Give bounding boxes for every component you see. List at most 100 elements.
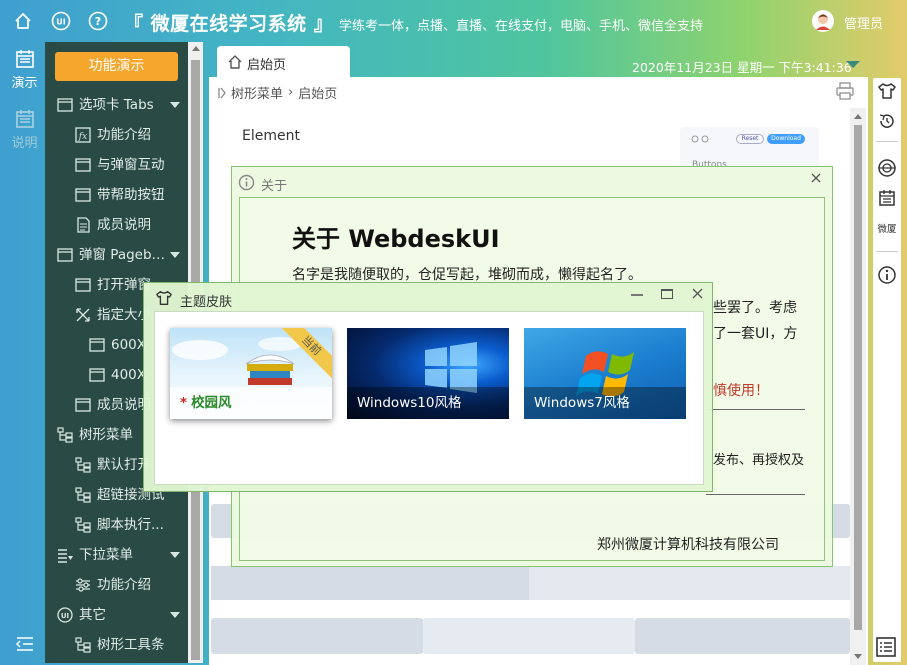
theme-dialog-body: 当前 * 校园风 Windows10风格 Windows7风格 <box>154 311 704 485</box>
sidebar-item[interactable]: 脚本执行... <box>75 511 180 539</box>
divider <box>876 251 898 252</box>
app-title: 『 微厦在线学习系统 』 <box>124 13 334 35</box>
expand-arrow-icon[interactable] <box>170 552 180 558</box>
about-heading: 关于 WebdeskUI <box>292 225 500 253</box>
info-icon <box>238 174 255 191</box>
placeholder-bar <box>635 618 850 654</box>
expand-arrow-icon[interactable] <box>170 102 180 108</box>
about-paragraph: 名字是我随便取的，仓促写起，堆砌而成，懒得起名了。 <box>292 267 642 283</box>
right-toolbar: 微厦 <box>873 78 901 662</box>
document-icon <box>77 217 90 233</box>
divider <box>876 141 898 142</box>
divider <box>706 409 805 410</box>
expand-arrow-icon[interactable] <box>170 612 180 618</box>
ui-logo-icon[interactable]: UI <box>51 11 71 31</box>
home-icon[interactable] <box>13 11 33 31</box>
breadcrumb-root[interactable]: 树形菜单 <box>231 83 283 102</box>
sidebar-item[interactable]: 选项卡 Tabs <box>57 91 180 119</box>
scroll-down-arrow-icon[interactable] <box>854 654 862 659</box>
window-icon <box>75 278 91 292</box>
placeholder-bar <box>211 566 529 600</box>
theme-dialog-title: 主题皮肤 <box>180 295 233 310</box>
sidebar-item-label: 600X <box>111 337 147 353</box>
close-icon[interactable] <box>692 288 703 299</box>
sidebar-item[interactable]: 树形工具条 <box>75 631 180 659</box>
maximize-icon[interactable] <box>661 289 673 299</box>
sidebar-item-label: 功能介绍 <box>97 577 151 593</box>
about-dialog-title: 关于 <box>261 179 288 194</box>
scrollbar-thumb[interactable] <box>854 125 862 630</box>
preview-download-button: Download <box>767 134 805 144</box>
tshirt-icon <box>155 289 173 307</box>
placeholder-bar <box>529 566 850 600</box>
calendar-icon <box>15 50 34 68</box>
weixia-logo-icon[interactable]: 微厦 <box>877 218 897 238</box>
about-text-line: 了一套UI，方 <box>713 326 798 342</box>
sidebar-item-label: 树形工具条 <box>97 637 165 653</box>
collapse-menu-icon[interactable] <box>15 635 35 653</box>
company-name: 郑州微厦计算机科技有限公司 <box>597 537 779 553</box>
breadcrumb-separator: › <box>288 85 294 100</box>
sidebar-item[interactable]: 弹窗 Pageb… <box>57 241 180 269</box>
breadcrumb-current: 启始页 <box>298 87 338 102</box>
tree-icon <box>57 427 73 443</box>
about-text-line: 些罢了。考虑 <box>713 300 797 316</box>
skin-windows7[interactable]: Windows7风格 <box>524 328 686 419</box>
minimize-icon[interactable] <box>631 294 643 296</box>
tree-icon <box>75 487 91 503</box>
svg-text:UI: UI <box>56 18 65 27</box>
page-scrollbar[interactable] <box>850 108 866 665</box>
preview-reset-button: Reset <box>736 134 764 144</box>
sidebar-item[interactable]: 与弹窗互动 <box>75 151 180 179</box>
help-icon[interactable]: ? <box>88 11 108 31</box>
sidebar-item[interactable]: UI 其它 <box>57 601 180 629</box>
user-name[interactable]: 管理员 <box>844 13 883 32</box>
rail-item-help[interactable]: 说明 <box>4 108 45 151</box>
info-icon[interactable] <box>877 265 897 285</box>
sidebar-item[interactable]: 成员说明 <box>75 211 180 239</box>
close-icon[interactable] <box>810 172 822 184</box>
scroll-up-arrow-icon[interactable] <box>854 114 862 119</box>
function-demo-button[interactable]: 功能演示 <box>55 52 178 81</box>
tab-start-page[interactable]: 启始页 <box>217 46 350 77</box>
sidebar-item[interactable]: fx 功能介绍 <box>75 121 180 149</box>
skin-label: * 校园风 <box>170 387 332 419</box>
globe-icon[interactable] <box>877 158 897 178</box>
expand-arrow-icon[interactable] <box>170 252 180 258</box>
skin-campus[interactable]: 当前 * 校园风 <box>170 328 332 419</box>
tab-dropdown-icon[interactable] <box>846 61 860 68</box>
window-icon <box>75 398 91 412</box>
rail-item-demo[interactable]: 演示 <box>4 48 45 91</box>
sidebar-item[interactable]: 带帮助按钮 <box>75 181 180 209</box>
rail-item-label: 演示 <box>11 76 38 91</box>
calendar-icon[interactable] <box>877 188 897 208</box>
window-icon <box>75 158 91 172</box>
skin-windows10[interactable]: Windows10风格 <box>347 328 509 419</box>
skin-label: Windows7风格 <box>524 387 686 419</box>
sidebar-item[interactable]: 下拉菜单 <box>57 541 180 569</box>
tree-icon <box>75 637 91 653</box>
scroll-up-arrow-icon[interactable] <box>192 46 200 51</box>
breadcrumb: 树形菜单 › 启始页 <box>217 83 337 102</box>
element-label: Element <box>242 128 300 144</box>
home-icon <box>228 55 242 69</box>
about-warning: 慎使用！ <box>713 383 769 399</box>
window-icon <box>89 338 105 352</box>
svg-text:UI: UI <box>61 612 69 620</box>
list-view-icon[interactable] <box>875 636 897 658</box>
function-icon: fx <box>75 127 91 143</box>
header-bar: UI ? 『 微厦在线学习系统 』 学练考一体，点播、直播、在线支付，电脑、手机… <box>0 0 907 42</box>
about-text-line: 发布、再授权及 <box>713 453 805 468</box>
print-icon[interactable] <box>835 81 855 101</box>
sliders-icon <box>76 578 90 592</box>
resize-icon <box>76 308 90 322</box>
history-icon[interactable] <box>877 111 897 131</box>
sidebar-item[interactable]: 功能介绍 <box>75 571 180 599</box>
rail-item-label: 说明 <box>11 136 38 151</box>
avatar[interactable] <box>812 10 834 32</box>
sidebar-item-label: 成员说明 <box>97 217 151 233</box>
tshirt-icon[interactable] <box>877 81 897 101</box>
refresh-icon <box>691 135 709 143</box>
sidebar-item-label: 400X <box>111 367 147 383</box>
sidebar-item-label: 功能介绍 <box>97 127 151 143</box>
